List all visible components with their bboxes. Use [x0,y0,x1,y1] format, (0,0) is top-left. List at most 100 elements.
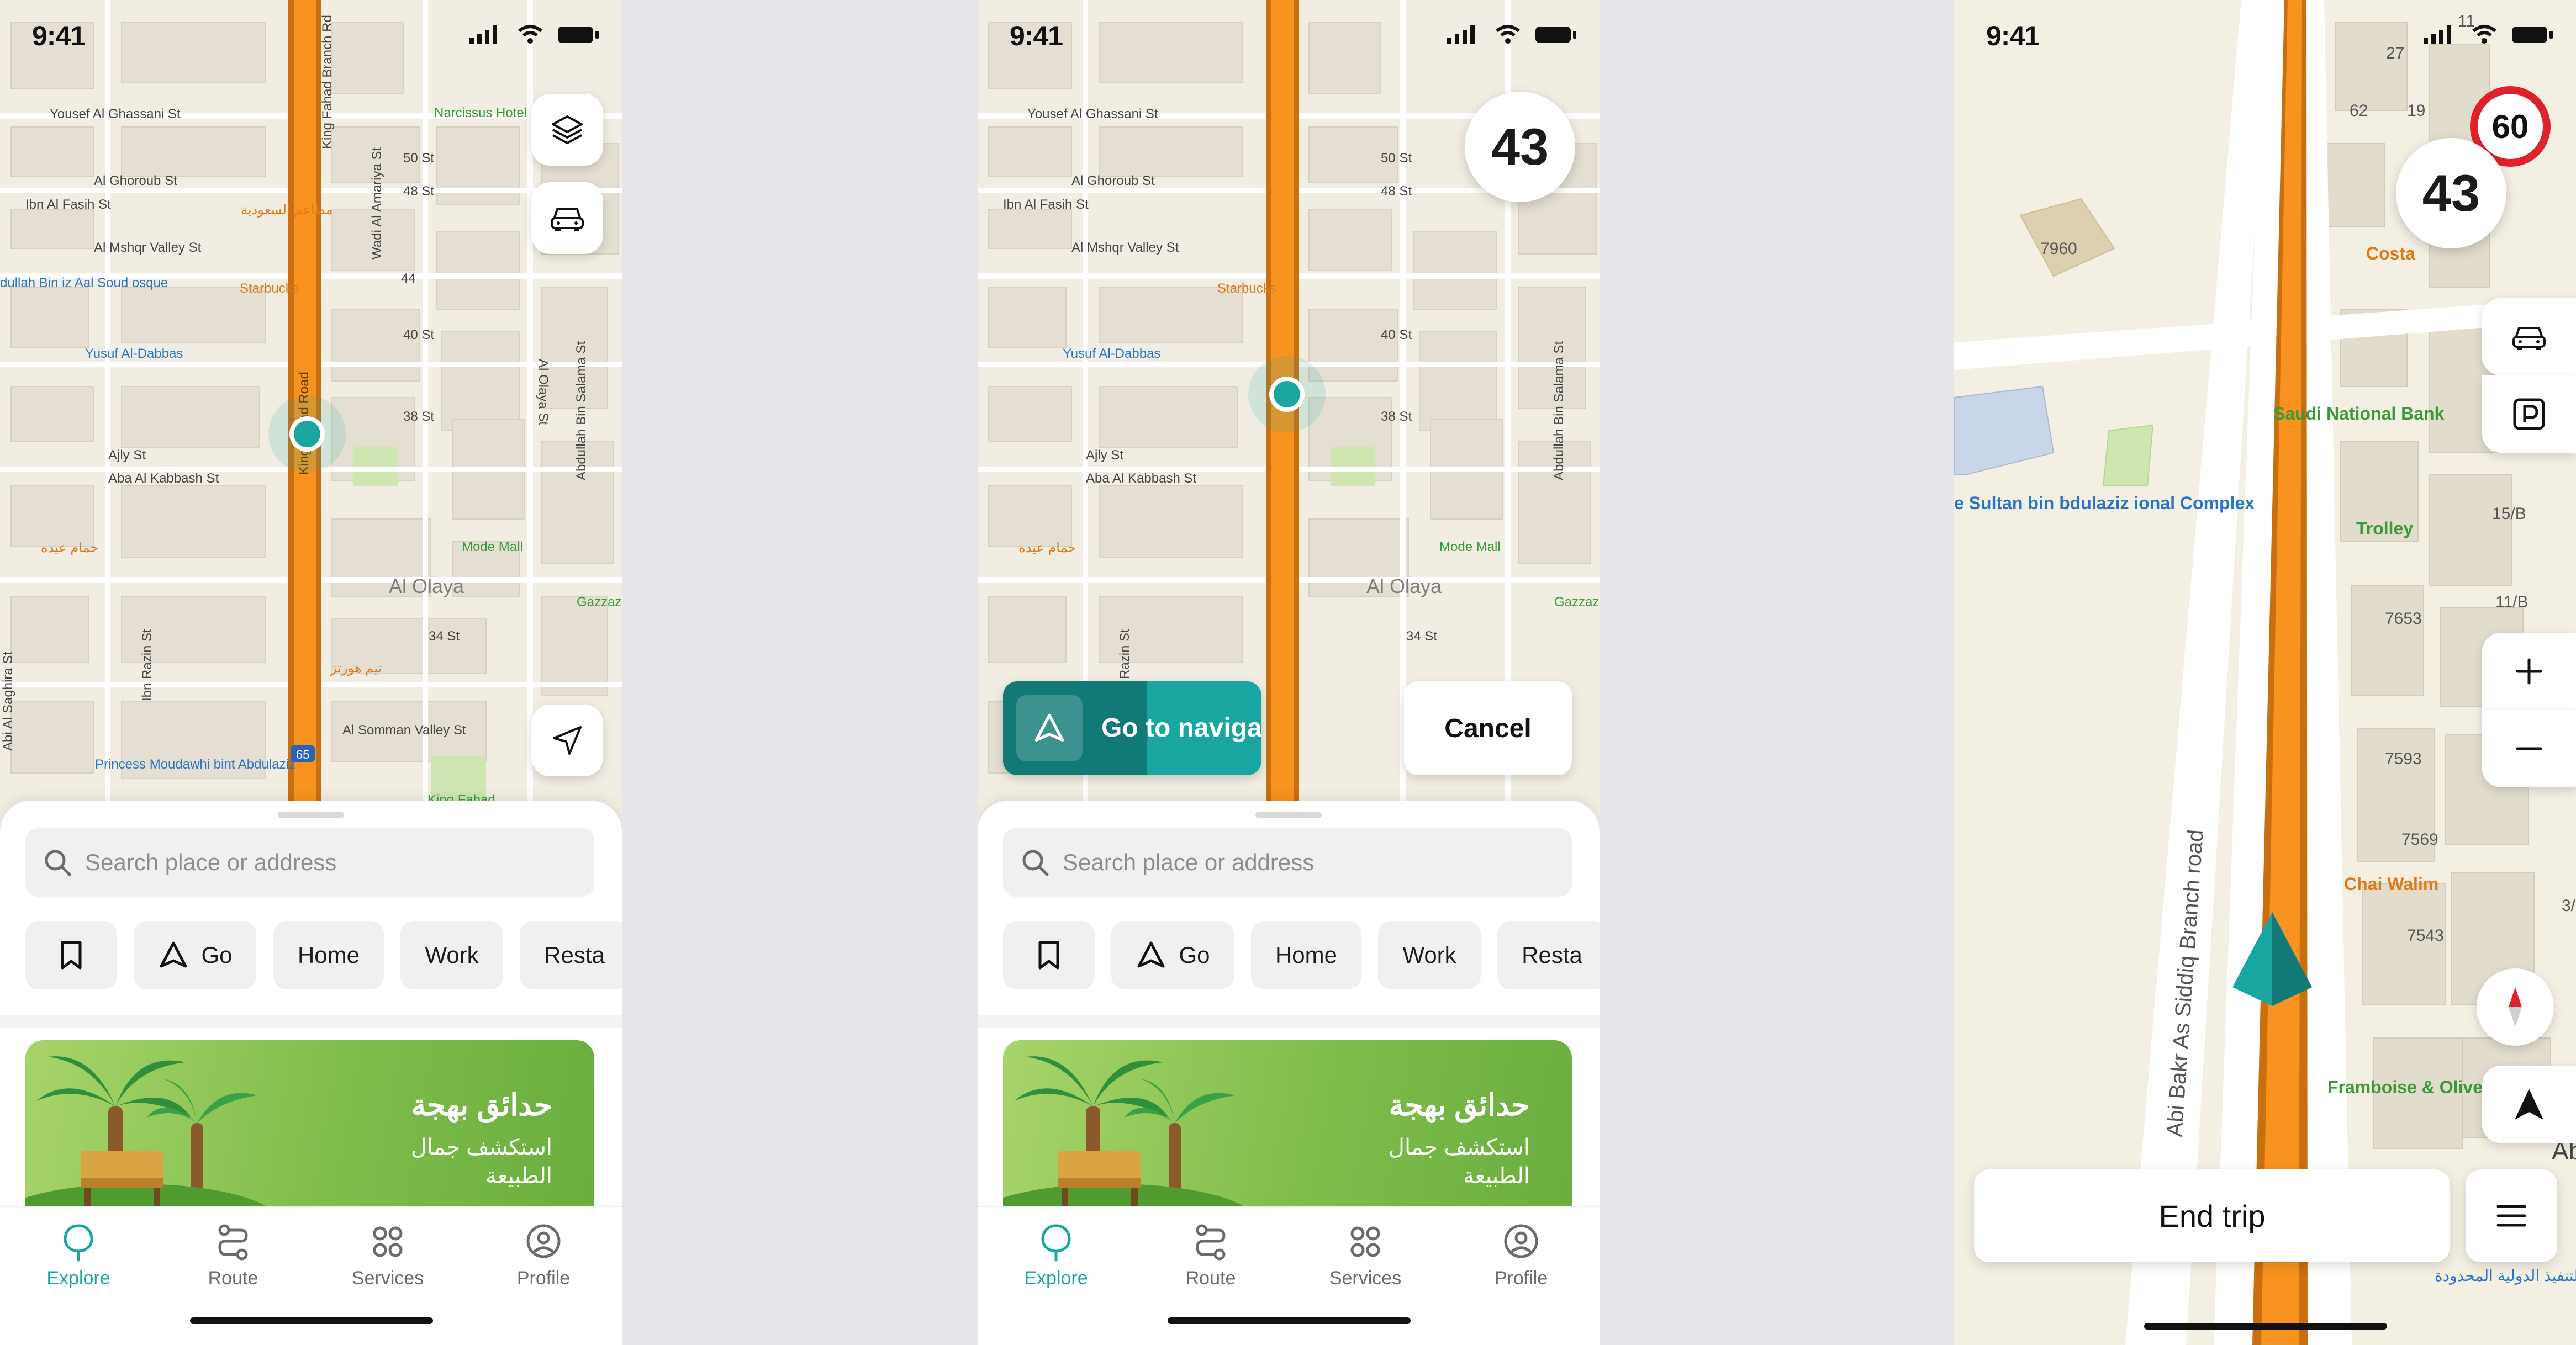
building-number: 7653 [2385,610,2422,628]
driving-mode-button[interactable] [2482,298,2576,375]
bottom-sheet: Search place or address Go Home Work Res… [0,801,622,1345]
map-label: Al Somman Valley St [342,723,466,738]
go-chip-label: Go [201,942,233,968]
section-divider [978,1015,1600,1028]
tab-profile[interactable]: Profile [1466,1222,1576,1289]
promo-banner[interactable]: حدائق بهجة استكشف جمال الطبيعة [1003,1040,1572,1217]
bottom-sheet: Search place or address Go Home Work Res… [978,801,1600,1345]
map-label: 38 St [1381,409,1412,424]
bookmark-icon [61,941,82,970]
tab-route-label: Route [208,1268,258,1289]
building-number: 3/ [2562,897,2576,915]
tab-services[interactable]: Services [332,1222,443,1289]
map-label: Aba Al Kabbash St [108,471,219,486]
home-chip[interactable]: Home [273,921,384,989]
bookmark-icon [1038,941,1059,970]
search-icon [1022,850,1049,876]
recenter-button[interactable] [2482,1066,2576,1143]
poi-label: Mode Mall [462,539,523,554]
layers-button[interactable] [531,94,603,166]
status-bar: 9:41 [1954,0,2576,72]
tab-explore[interactable]: Explore [23,1222,134,1289]
restaurants-chip[interactable]: Resta [520,921,622,989]
poi-label: Gazzaz [1554,595,1599,610]
map-label: 34 St [1406,629,1437,644]
poi-label: Trolley [2356,518,2413,538]
saved-chip[interactable] [25,921,117,989]
driving-mode-button[interactable] [531,182,603,254]
promo-banner[interactable]: حدائق بهجة استكشف جمال الطبيعة [25,1040,594,1217]
tab-route[interactable]: Route [178,1222,288,1289]
explore-icon [64,1224,93,1262]
go-chip-label: Go [1179,942,1210,968]
navigator-icon [1137,941,1165,968]
go-to-navigator-label: Go to navigator [1101,713,1261,743]
car-icon [551,208,584,231]
parking-button[interactable] [2482,375,2576,453]
work-chip-label: Work [1402,942,1456,968]
go-chip[interactable]: Go [1111,921,1234,989]
map-label: 50 St [1381,151,1412,166]
go-chip[interactable]: Go [134,921,257,989]
navigator-icon [1034,713,1064,742]
map-label: Aba Al Kabbash St [1086,471,1196,486]
map-label: 40 St [403,327,434,342]
home-chip[interactable]: Home [1250,921,1361,989]
car-icon [2512,327,2546,350]
work-chip[interactable]: Work [1378,921,1481,989]
poi-label: حمام عيده [41,541,98,555]
map-label: 48 St [403,184,434,199]
home-indicator [190,1317,433,1324]
search-input[interactable]: Search place or address [25,828,594,897]
tab-services-label: Services [351,1268,424,1289]
status-icons [2424,25,2553,44]
highway-shield: 65 [296,748,309,761]
building-number: 7960 [2040,240,2077,258]
saved-chip[interactable] [1003,921,1095,989]
restaurants-chip-label: Resta [1522,942,1582,968]
end-trip-button[interactable]: End trip [1974,1169,2450,1262]
poi-label: Chai Walim [2344,874,2438,894]
map-label: Ajly St [1086,448,1123,463]
go-to-navigator-button[interactable]: Go to navigator [1003,681,1261,775]
tab-explore[interactable]: Explore [1001,1222,1111,1289]
tab-explore-label: Explore [1024,1268,1088,1289]
cancel-button[interactable]: Cancel [1404,681,1572,775]
map-label: Al Mshqr Valley St [94,240,202,255]
status-time: 9:41 [32,20,86,51]
search-input[interactable]: Search place or address [1003,828,1572,897]
status-icons [469,25,599,44]
navigation-arrow-icon [553,726,582,755]
poi-label: Mode Mall [1439,539,1501,554]
tab-services-label: Services [1329,1268,1402,1289]
status-time: 9:41 [1010,20,1063,51]
tab-profile[interactable]: Profile [488,1222,599,1289]
map-label: 34 St [429,629,460,644]
zoom-out-button[interactable] [2482,710,2576,787]
tab-bar: Explore Route Services Profile [978,1206,1600,1345]
restaurants-chip[interactable]: Resta [1497,921,1600,989]
home-indicator [1168,1317,1411,1324]
poi-label: e Sultan bin bdulaziz ional Complex [1954,493,2255,513]
zoom-in-button[interactable] [2482,633,2576,710]
compass-button[interactable] [2477,968,2554,1046]
poi-label: Starbucks [240,281,299,296]
status-time: 9:41 [1986,20,2040,51]
menu-button[interactable] [2466,1169,2557,1262]
tab-services[interactable]: Services [1310,1222,1421,1289]
poi-label: Gazzaz [577,595,621,610]
district-label: Al Olaya [389,575,464,597]
my-location-button[interactable] [531,705,603,776]
tab-bar: Explore Route Services Profile [0,1206,622,1345]
sheet-grabber[interactable] [1255,812,1322,818]
work-chip[interactable]: Work [400,921,503,989]
layers-icon [552,115,583,144]
quick-chips: Go Home Work Resta [1003,921,1600,989]
palm-trees-illustration [25,1056,278,1217]
status-bar: 9:41 [0,0,622,72]
poi-label: حمام عيده [1018,541,1076,555]
sheet-grabber[interactable] [278,812,344,818]
map-label: Yousef Al Ghassani St [50,107,181,121]
tab-route[interactable]: Route [1155,1222,1266,1289]
poi-label: Starbucks [1217,281,1276,296]
